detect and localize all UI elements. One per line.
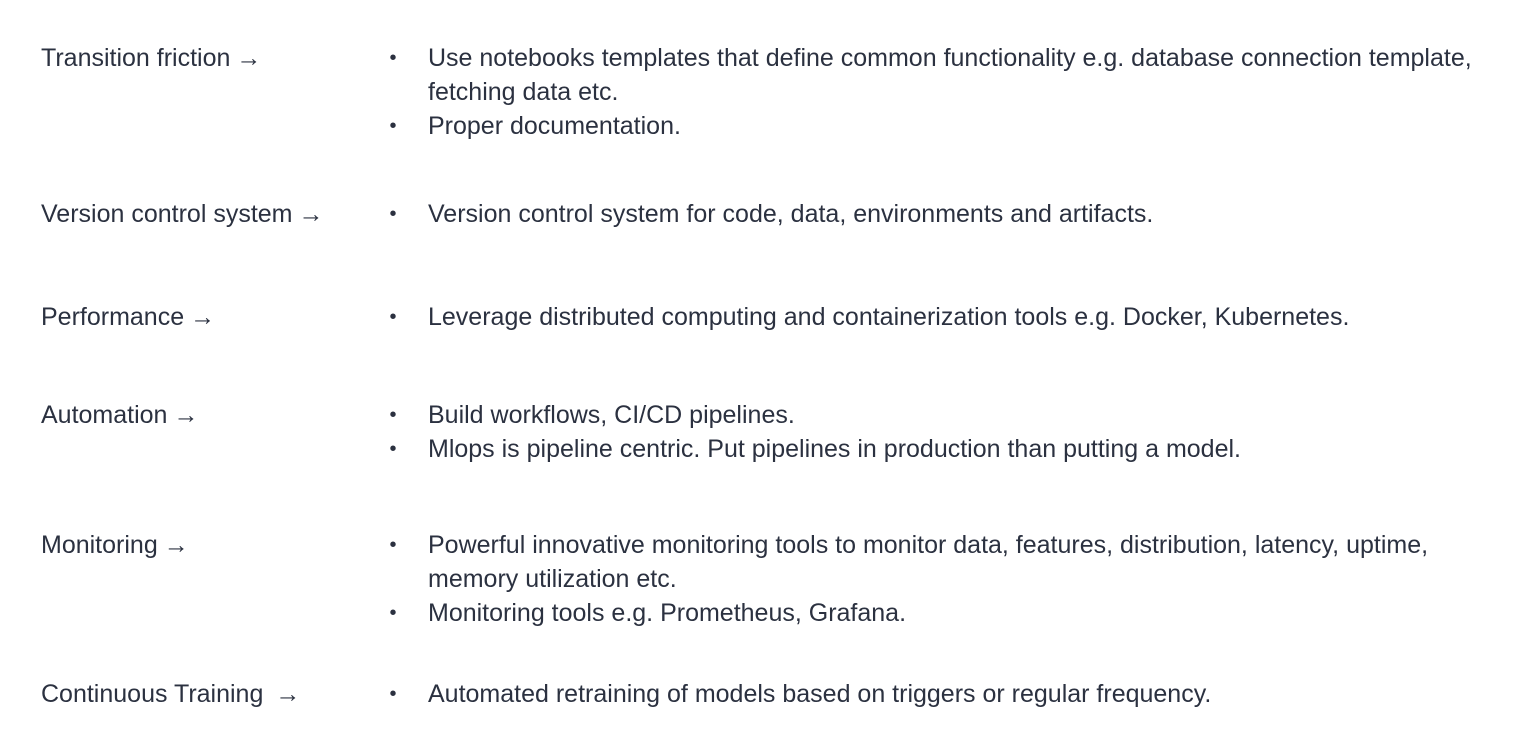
bullet-text: Mlops is pipeline centric. Put pipelines… [428, 435, 1241, 463]
topic-label: Continuous Training → [41, 677, 300, 711]
bullet-list: • Leverage distributed computing and con… [386, 300, 1506, 334]
bullet-text: Version control system for code, data, e… [428, 200, 1154, 228]
list-item: • Build workflows, CI/CD pipelines. [386, 398, 1506, 432]
bullet-text: Powerful innovative monitoring tools to … [428, 531, 1429, 593]
list-item: • Proper documentation. [386, 109, 1506, 143]
bullet-text: Automated retraining of models based on … [428, 680, 1212, 708]
bullet-icon: • [389, 115, 397, 137]
topic-label: Version control system → [41, 197, 324, 231]
bullet-icon: • [389, 683, 397, 705]
right-arrow-icon: → [236, 44, 262, 72]
bullet-icon: • [389, 404, 397, 426]
topic-label-text: Transition friction [41, 44, 231, 72]
list-item: • Version control system for code, data,… [386, 197, 1506, 231]
list-item: • Mlops is pipeline centric. Put pipelin… [386, 432, 1506, 466]
bullet-list: • Automated retraining of models based o… [386, 677, 1506, 711]
slide: Transition friction → • Use notebooks tem… [0, 0, 1534, 732]
list-item: • Powerful innovative monitoring tools t… [386, 528, 1498, 596]
bullet-icon: • [389, 438, 397, 460]
bullet-text: Monitoring tools e.g. Prometheus, Grafan… [428, 599, 907, 627]
bullet-icon: • [389, 602, 397, 624]
list-item: • Use notebooks templates that define co… [386, 41, 1488, 109]
bullet-list: • Version control system for code, data,… [386, 197, 1506, 231]
list-item: • Automated retraining of models based o… [386, 677, 1506, 711]
right-arrow-icon: → [173, 401, 199, 429]
bullet-icon: • [389, 47, 397, 69]
list-item: • Leverage distributed computing and con… [386, 300, 1506, 334]
topic-label-text: Monitoring [41, 531, 158, 559]
right-arrow-icon: → [163, 531, 189, 559]
right-arrow-icon: → [298, 200, 324, 228]
topic-label: Performance → [41, 300, 215, 334]
bullet-icon: • [389, 534, 397, 556]
topic-label: Transition friction → [41, 41, 261, 75]
topic-label-text: Continuous Training [41, 680, 264, 708]
topic-label: Automation → [41, 398, 198, 432]
bullet-text: Build workflows, CI/CD pipelines. [428, 401, 795, 429]
bullet-text: Use notebooks templates that define comm… [428, 44, 1472, 106]
bullet-list: • Powerful innovative monitoring tools t… [386, 528, 1506, 630]
topic-label-text: Version control system [41, 200, 293, 228]
bullet-text: Leverage distributed computing and conta… [428, 303, 1350, 331]
bullet-list: • Build workflows, CI/CD pipelines. • Ml… [386, 398, 1506, 466]
bullet-list: • Use notebooks templates that define co… [386, 41, 1506, 143]
bullet-icon: • [389, 203, 397, 225]
bullet-text: Proper documentation. [428, 112, 681, 140]
right-arrow-icon: → [190, 303, 216, 331]
topic-label-text: Automation [41, 401, 168, 429]
bullet-icon: • [389, 306, 397, 328]
topic-label-text: Performance [41, 303, 185, 331]
topic-label: Monitoring → [41, 528, 189, 562]
list-item: • Monitoring tools e.g. Prometheus, Graf… [386, 596, 1506, 630]
right-arrow-icon: → [275, 680, 301, 708]
